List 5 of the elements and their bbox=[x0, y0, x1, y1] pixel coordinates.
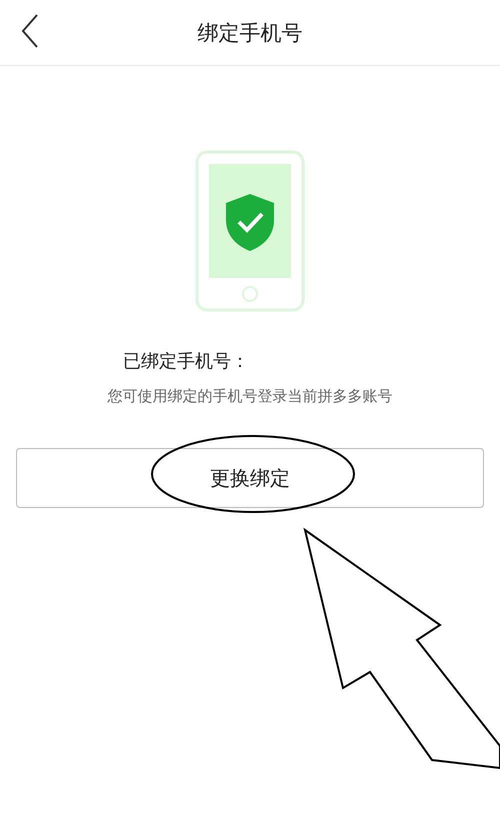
change-binding-button[interactable]: 更换绑定 bbox=[16, 448, 484, 508]
bound-phone-label: 已绑定手机号： bbox=[123, 350, 249, 373]
description-text: 您可使用绑定的手机号登录当前拼多多账号 bbox=[108, 387, 392, 406]
page-title: 绑定手机号 bbox=[198, 20, 302, 46]
back-icon bbox=[20, 12, 40, 48]
